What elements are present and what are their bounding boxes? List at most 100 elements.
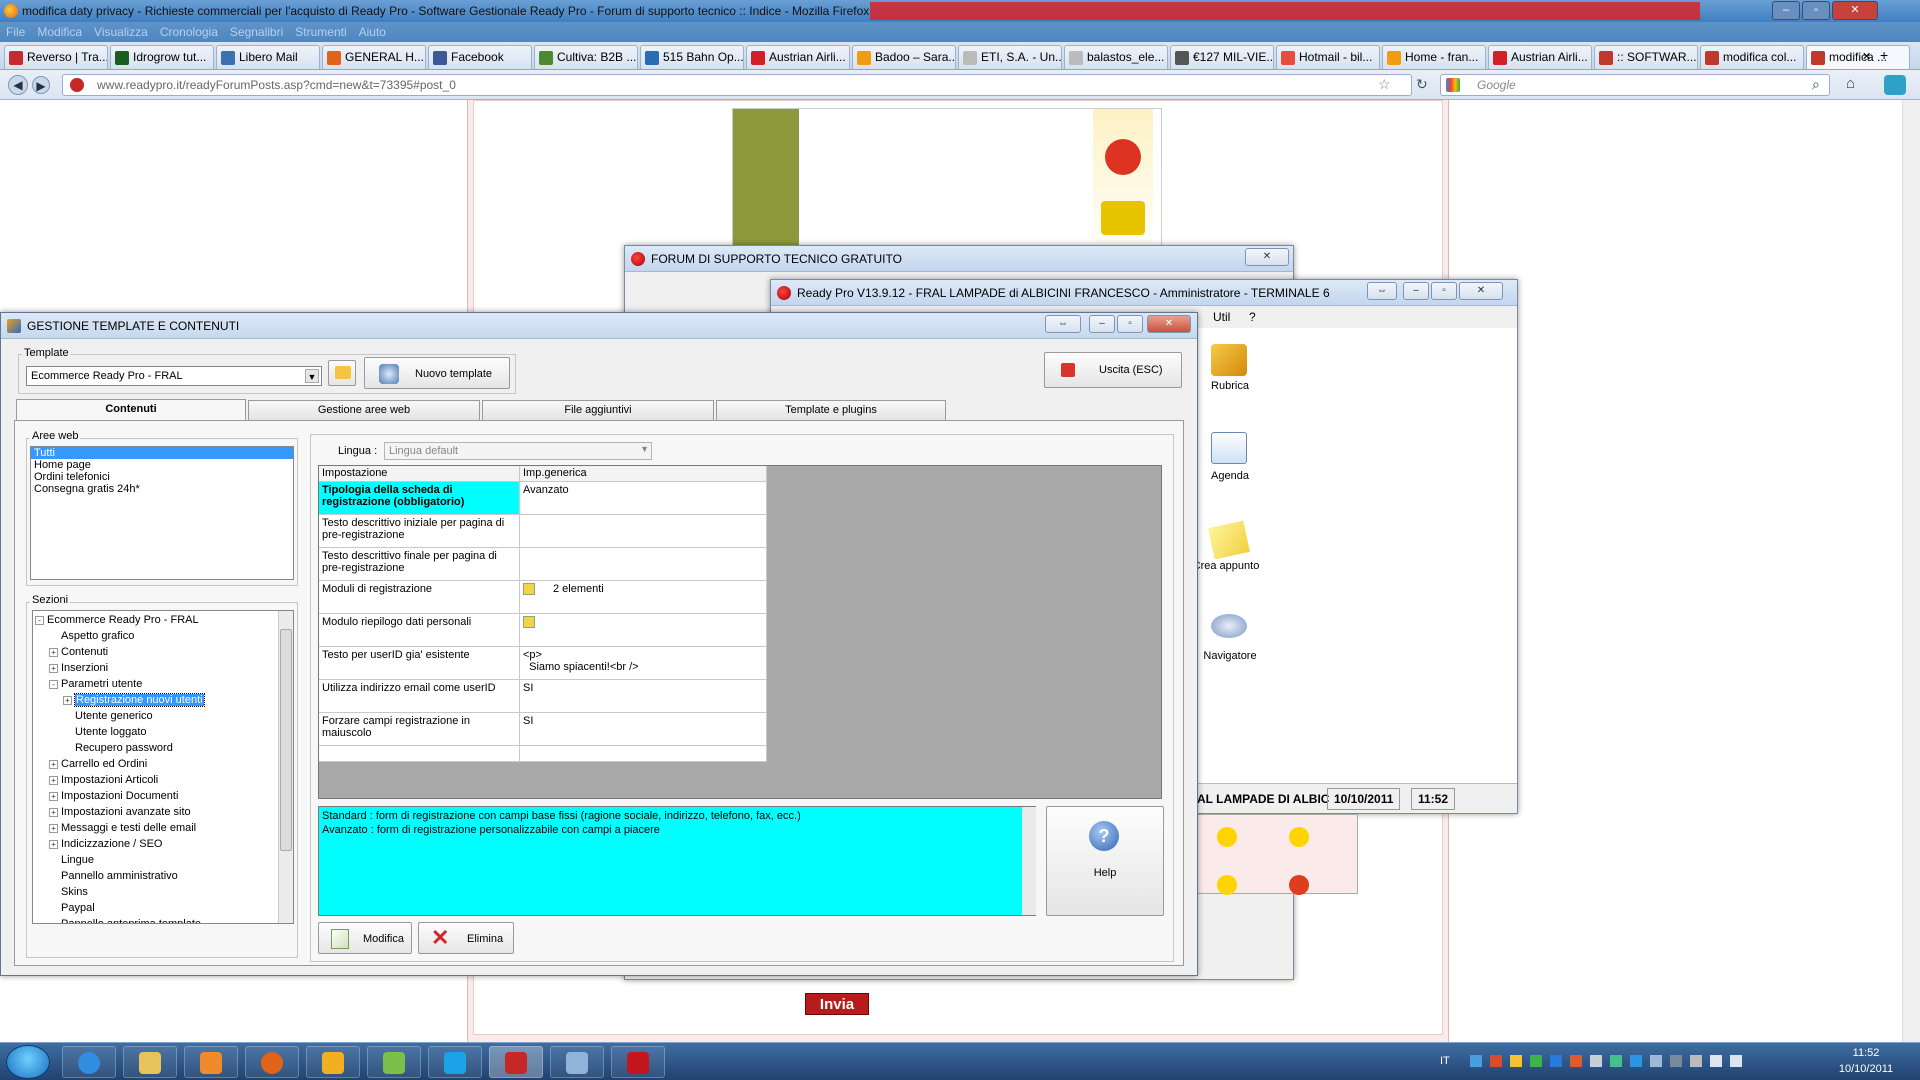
taskbar-skype[interactable]: [428, 1046, 482, 1078]
browser-tab[interactable]: GENERAL H...: [322, 45, 426, 69]
g-maximize-button[interactable]: ▫: [1117, 315, 1143, 333]
calendar-icon[interactable]: [1211, 432, 1247, 464]
tray-icon[interactable]: [1650, 1055, 1662, 1067]
home-icon[interactable]: ⌂: [1846, 75, 1855, 92]
browser-tab[interactable]: modifica col...: [1700, 45, 1804, 69]
navigatore-label[interactable]: Navigatore: [1195, 650, 1265, 662]
browser-tab[interactable]: Libero Mail: [216, 45, 320, 69]
browser-tab[interactable]: Cultiva: B2B ...: [534, 45, 638, 69]
taskbar-paint[interactable]: [550, 1046, 604, 1078]
start-button[interactable]: [6, 1045, 50, 1079]
url-bar[interactable]: www.readypro.it/readyForumPosts.asp?cmd=…: [62, 74, 1412, 96]
template-select[interactable]: Ecommerce Ready Pro - FRAL ▼: [26, 366, 322, 386]
browser-tab[interactable]: Reverso | Tra...: [4, 45, 108, 69]
forum-close-button[interactable]: ✕: [1245, 248, 1289, 266]
chevron-down-icon[interactable]: ▼: [305, 369, 319, 383]
tree-expander-icon[interactable]: +: [49, 647, 58, 657]
new-template-button[interactable]: Nuovo template: [364, 357, 510, 389]
tray-icon[interactable]: [1470, 1055, 1482, 1067]
tab-gestione-aree-web[interactable]: Gestione aree web: [248, 400, 480, 420]
rubrica-label[interactable]: Rubrica: [1195, 380, 1265, 392]
language-indicator[interactable]: IT: [1440, 1055, 1450, 1067]
taskbar-readypro[interactable]: [489, 1046, 543, 1078]
tray-icon[interactable]: [1570, 1055, 1582, 1067]
grid-setting-value[interactable]: Avanzato: [520, 482, 767, 515]
menu-help[interactable]: ?: [1249, 310, 1256, 324]
tray-icon[interactable]: [1630, 1055, 1642, 1067]
crea-appunto-label[interactable]: Crea appunto: [1191, 560, 1261, 572]
lingua-select[interactable]: Lingua default ▼: [384, 442, 652, 460]
tray-icon[interactable]: [1670, 1055, 1682, 1067]
tree-node[interactable]: Utente generico: [63, 709, 153, 723]
tree-node[interactable]: Utente loggato: [63, 725, 147, 739]
taskbar-outlook[interactable]: [306, 1046, 360, 1078]
tree-node[interactable]: - Parametri utente: [49, 677, 142, 691]
rp-close-button[interactable]: ✕: [1459, 282, 1503, 300]
aree-web-item[interactable]: Ordini telefonici: [31, 471, 293, 483]
navigator-icon[interactable]: [1211, 614, 1247, 638]
browser-tab[interactable]: Austrian Airli...: [746, 45, 850, 69]
restore-icon[interactable]: ⇔: [1045, 315, 1081, 333]
tree-expander-icon[interactable]: -: [35, 615, 44, 625]
browser-tab[interactable]: Austrian Airli...: [1488, 45, 1592, 69]
browser-tab[interactable]: :: SOFTWAR...: [1594, 45, 1698, 69]
exit-button[interactable]: Uscita (ESC): [1044, 352, 1182, 388]
new-tab-button[interactable]: +: [1880, 47, 1888, 63]
grid-setting-value[interactable]: SI: [520, 713, 767, 746]
search-input[interactable]: Google: [1440, 74, 1830, 96]
help-button[interactable]: ? Help: [1046, 806, 1164, 916]
browser-tab[interactable]: ETI, S.A. - Un...: [958, 45, 1062, 69]
sezioni-tree[interactable]: - Ecommerce Ready Pro - FRAL Aspetto grafi…: [32, 610, 294, 924]
tree-expander-icon[interactable]: +: [49, 759, 58, 769]
aree-web-item[interactable]: Home page: [31, 459, 293, 471]
tray-icon[interactable]: [1550, 1055, 1562, 1067]
addon-icon[interactable]: [1884, 75, 1906, 95]
angry-icon[interactable]: [1289, 875, 1309, 895]
volume-icon[interactable]: [1730, 1055, 1742, 1067]
browser-tab[interactable]: Badoo – Sara...: [852, 45, 956, 69]
browser-tab[interactable]: Home - fran...: [1382, 45, 1486, 69]
browser-tab[interactable]: modifica ...: [1806, 45, 1910, 69]
folder-button[interactable]: [328, 360, 356, 386]
taskbar-firefox[interactable]: [245, 1046, 299, 1078]
browser-tab[interactable]: 515 Bahn Op...: [640, 45, 744, 69]
menu-item-aiuto[interactable]: Aiuto: [353, 22, 392, 42]
tree-expander-icon[interactable]: +: [49, 839, 58, 849]
tree-node[interactable]: Paypal: [49, 901, 95, 915]
chevron-down-icon[interactable]: ▼: [640, 444, 649, 454]
tree-expander-icon[interactable]: -: [49, 679, 58, 689]
book-icon[interactable]: [1211, 344, 1247, 376]
tree-node[interactable]: Skins: [49, 885, 88, 899]
tree-node[interactable]: - Ecommerce Ready Pro - FRAL: [35, 613, 199, 627]
tree-node[interactable]: Pannello anteprima template: [49, 917, 201, 923]
clock-time[interactable]: 11:52: [1836, 1047, 1896, 1059]
browser-tab[interactable]: Idrogrow tut...: [110, 45, 214, 69]
note-icon[interactable]: [1208, 520, 1250, 560]
clock-date[interactable]: 10/10/2011: [1828, 1063, 1904, 1075]
tree-node[interactable]: + Impostazioni Articoli: [49, 773, 158, 787]
menu-util[interactable]: Util: [1213, 310, 1230, 324]
back-icon[interactable]: ◀: [8, 75, 28, 95]
tab-contenuti[interactable]: Contenuti: [16, 399, 246, 421]
menu-item-segnalibri[interactable]: Segnalibri: [224, 22, 289, 42]
tree-expander-icon[interactable]: +: [63, 695, 72, 705]
page-scrollbar[interactable]: [1902, 100, 1920, 1042]
modifica-button[interactable]: Modifica: [318, 922, 412, 954]
tab-close-icon[interactable]: ✕: [1862, 50, 1871, 63]
tree-node[interactable]: + Registrazione nuovi utenti: [63, 693, 205, 707]
elimina-button[interactable]: ✕ Elimina: [418, 922, 514, 954]
tree-expander-icon[interactable]: +: [49, 775, 58, 785]
grid-setting-value[interactable]: 2 elementi: [520, 581, 767, 614]
taskbar-media-player[interactable]: [184, 1046, 238, 1078]
minimize-button[interactable]: –: [1772, 1, 1800, 20]
tree-node[interactable]: + Messaggi e testi delle email: [49, 821, 196, 835]
tree-node[interactable]: + Inserzioni: [49, 661, 108, 675]
maximize-button[interactable]: ▫: [1802, 1, 1830, 20]
tree-node[interactable]: + Indicizzazione / SEO: [49, 837, 163, 851]
restore-icon[interactable]: ⇔: [1367, 282, 1397, 300]
menu-item-cronologia[interactable]: Cronologia: [154, 22, 224, 42]
grid-setting-value[interactable]: <p> Siamo spiacenti!<br />: [520, 647, 767, 680]
reload-icon[interactable]: ↻: [1416, 76, 1428, 93]
rp-maximize-button[interactable]: ▫: [1431, 282, 1457, 300]
tab-file-aggiuntivi[interactable]: File aggiuntivi: [482, 400, 714, 420]
